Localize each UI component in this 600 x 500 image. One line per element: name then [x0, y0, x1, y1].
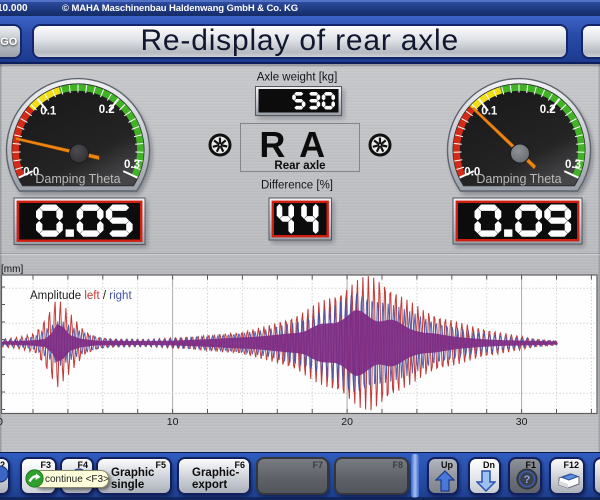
svg-text:?: ? — [524, 474, 531, 486]
svg-text:0.1: 0.1 — [40, 106, 57, 118]
svg-text:Amplitude left / right: Amplitude left / right — [30, 290, 132, 302]
svg-text:Damping Theta: Damping Theta — [476, 172, 561, 186]
svg-text:0.1: 0.1 — [481, 106, 498, 118]
svg-text:Rear axle: Rear axle — [274, 160, 325, 172]
svg-text:Axle weight [kg]: Axle weight [kg] — [257, 72, 338, 84]
svg-text:0.2: 0.2 — [540, 104, 556, 116]
svg-text:20: 20 — [341, 416, 353, 428]
svg-text:0.3: 0.3 — [565, 159, 581, 171]
svg-text:[mm]: [mm] — [1, 264, 23, 275]
svg-text:R A: R A — [259, 124, 327, 165]
svg-text:Damping Theta: Damping Theta — [35, 172, 120, 186]
svg-text:Difference [%]: Difference [%] — [261, 180, 333, 192]
svg-text:0.3: 0.3 — [124, 159, 140, 171]
svg-text:10: 10 — [167, 416, 179, 428]
svg-text:0: 0 — [0, 416, 3, 428]
svg-text:30: 30 — [516, 416, 528, 428]
svg-text:0.2: 0.2 — [99, 104, 115, 116]
